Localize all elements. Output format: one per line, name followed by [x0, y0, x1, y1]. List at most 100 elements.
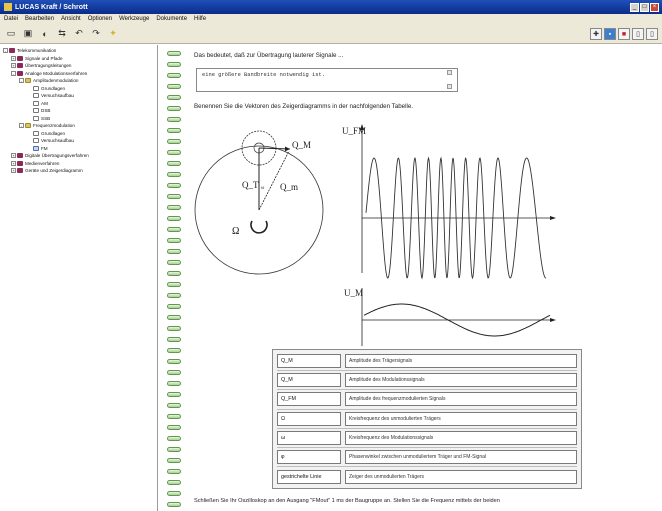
- tree-item[interactable]: SSB: [3, 115, 157, 123]
- page2-icon[interactable]: ▯: [646, 28, 658, 40]
- tree-item[interactable]: FM: [3, 145, 157, 153]
- spine-ring: [167, 425, 181, 430]
- table-row: Q_M Amplitude des Trägersignals: [277, 352, 577, 372]
- title-bar: LUCAS Kraft / Schrott _ □ ×: [0, 0, 662, 14]
- book-icon: [9, 48, 15, 54]
- menu-help[interactable]: Hilfe: [194, 16, 206, 22]
- spine-ring: [167, 359, 181, 364]
- answer-input[interactable]: Phasenwinkel zwischen unmoduliertem Träg…: [345, 450, 577, 465]
- tree-item[interactable]: - Amplitudenmodulation: [3, 77, 157, 85]
- symbol-cell: ω: [277, 430, 341, 445]
- back-icon[interactable]: ◐: [39, 28, 51, 40]
- tree-item[interactable]: Versuchsaufbau: [3, 137, 157, 145]
- tree-item[interactable]: AM: [3, 100, 157, 108]
- spine-ring: [167, 106, 181, 111]
- spine-ring: [167, 51, 181, 56]
- expand-toggle-icon[interactable]: +: [11, 63, 16, 69]
- symbol-cell: gestrichelte Linie: [277, 469, 341, 484]
- spine-ring: [167, 293, 181, 298]
- page-icon[interactable]: ▯: [632, 28, 644, 40]
- spine-ring: [167, 194, 181, 199]
- undo-icon[interactable]: ↶: [73, 28, 85, 40]
- menu-tools[interactable]: Werkzeuge: [119, 16, 149, 22]
- book-icon: [17, 63, 23, 69]
- spine-ring: [167, 271, 181, 276]
- tree-item[interactable]: + Digitale Übertragungsverfahren: [3, 152, 157, 160]
- tree-item[interactable]: Grundlagen: [3, 85, 157, 93]
- monitor-icon[interactable]: ▪: [604, 28, 616, 40]
- tree-item[interactable]: - Analoge Modulationsverfahren: [3, 70, 157, 78]
- tree-item-label: Frequenzmodulation: [33, 123, 75, 129]
- tree-item[interactable]: - Telekommunikation: [3, 47, 157, 55]
- menu-file[interactable]: Datei: [4, 16, 18, 22]
- expand-toggle-icon[interactable]: +: [11, 168, 16, 174]
- table-row: Ω Kreisfrequenz des unmodulierten Trägers: [277, 410, 577, 429]
- intro-text: Das bedeutet, daß zur Übertragung lauter…: [194, 52, 344, 59]
- menu-options[interactable]: Optionen: [88, 16, 112, 22]
- spine-ring: [167, 392, 181, 397]
- spine-ring: [167, 183, 181, 188]
- page-icon: [33, 93, 39, 99]
- table-row: Q_FM Amplitude des frequenzmodulierten Si…: [277, 390, 577, 410]
- spine-ring: [167, 447, 181, 452]
- expand-toggle-icon[interactable]: -: [19, 78, 24, 84]
- tree-item[interactable]: DSB: [3, 107, 157, 115]
- redo-icon[interactable]: ↷: [90, 28, 102, 40]
- expand-toggle-icon[interactable]: +: [11, 160, 16, 166]
- spine-ring: [167, 337, 181, 342]
- answer-input[interactable]: Amplitude des Modulationssignals: [345, 373, 577, 388]
- tree-item[interactable]: + Medienverfahren: [3, 160, 157, 168]
- tree-item-label: Grundlagen: [41, 130, 66, 136]
- expand-toggle-icon[interactable]: -: [3, 48, 8, 54]
- instruction-text: Benennen Sie die Vektoren des Zeigerdiag…: [194, 103, 413, 110]
- spine-ring: [167, 216, 181, 221]
- fm-ylabel: U_FM: [342, 126, 366, 136]
- spine-ring: [167, 128, 181, 133]
- answer-input[interactable]: Kreisfrequenz des Modulationssignals: [345, 430, 577, 445]
- expand-toggle-icon[interactable]: -: [11, 70, 16, 76]
- bookmark-icon[interactable]: ✦: [107, 28, 119, 40]
- tree-item-label: Grundlagen: [41, 85, 66, 91]
- tree-item[interactable]: + Geräte und Zeigerdiagramm: [3, 167, 157, 175]
- slide-icon[interactable]: ■: [618, 28, 630, 40]
- tree-item[interactable]: + Signale und Pfade: [3, 55, 157, 63]
- close-button[interactable]: ×: [650, 2, 659, 12]
- omega-label: Ω: [232, 226, 239, 237]
- spine-ring: [167, 491, 181, 496]
- open-icon[interactable]: ▭: [5, 28, 17, 40]
- spine-ring: [167, 315, 181, 320]
- print-icon[interactable]: ✚: [590, 28, 602, 40]
- tree-item[interactable]: + Übertragungsleitungen: [3, 62, 157, 70]
- menu-documents[interactable]: Dokumente: [156, 16, 187, 22]
- answer-field[interactable]: eine größere Bandbreite notwendig ist.: [196, 68, 458, 92]
- menu-edit[interactable]: Bearbeiten: [25, 16, 54, 22]
- spine-ring: [167, 414, 181, 419]
- tree-item-label: SSB: [41, 115, 51, 121]
- save-icon[interactable]: ▣: [22, 28, 34, 40]
- expand-toggle-icon[interactable]: -: [19, 123, 24, 129]
- tree-item[interactable]: Versuchsaufbau: [3, 92, 157, 100]
- answer-input[interactable]: Amplitude des frequenzmodulierten Signal…: [345, 392, 577, 407]
- expand-toggle-icon[interactable]: +: [11, 55, 16, 61]
- spine-ring: [167, 161, 181, 166]
- spine-ring: [167, 370, 181, 375]
- tree-item-label: Medienverfahren: [25, 160, 60, 166]
- phasor-diagram: Ω Q_M Q_T Q_m ω U_FM U_M: [194, 124, 556, 346]
- spine-ring: [167, 150, 181, 155]
- scroll-up-button[interactable]: [447, 70, 452, 75]
- expand-toggle-icon[interactable]: +: [11, 153, 16, 159]
- tree-item[interactable]: - Frequenzmodulation: [3, 122, 157, 130]
- maximize-button[interactable]: □: [640, 2, 649, 12]
- spine-ring: [167, 117, 181, 122]
- scroll-down-button[interactable]: [447, 84, 452, 89]
- tree-item[interactable]: Grundlagen: [3, 130, 157, 138]
- answer-input[interactable]: Zeiger des unmodulierten Trägers: [345, 469, 577, 484]
- answer-input[interactable]: Kreisfrequenz des unmodulierten Trägers: [345, 411, 577, 426]
- menu-view[interactable]: Ansicht: [61, 16, 81, 22]
- spine-ring: [167, 238, 181, 243]
- tree-item-label: Übertragungsleitungen: [25, 63, 72, 69]
- minimize-button[interactable]: _: [630, 2, 639, 12]
- spine-ring: [167, 73, 181, 78]
- answer-input[interactable]: Amplitude des Trägersignals: [345, 354, 577, 369]
- forward-icon[interactable]: ⇆: [56, 28, 68, 40]
